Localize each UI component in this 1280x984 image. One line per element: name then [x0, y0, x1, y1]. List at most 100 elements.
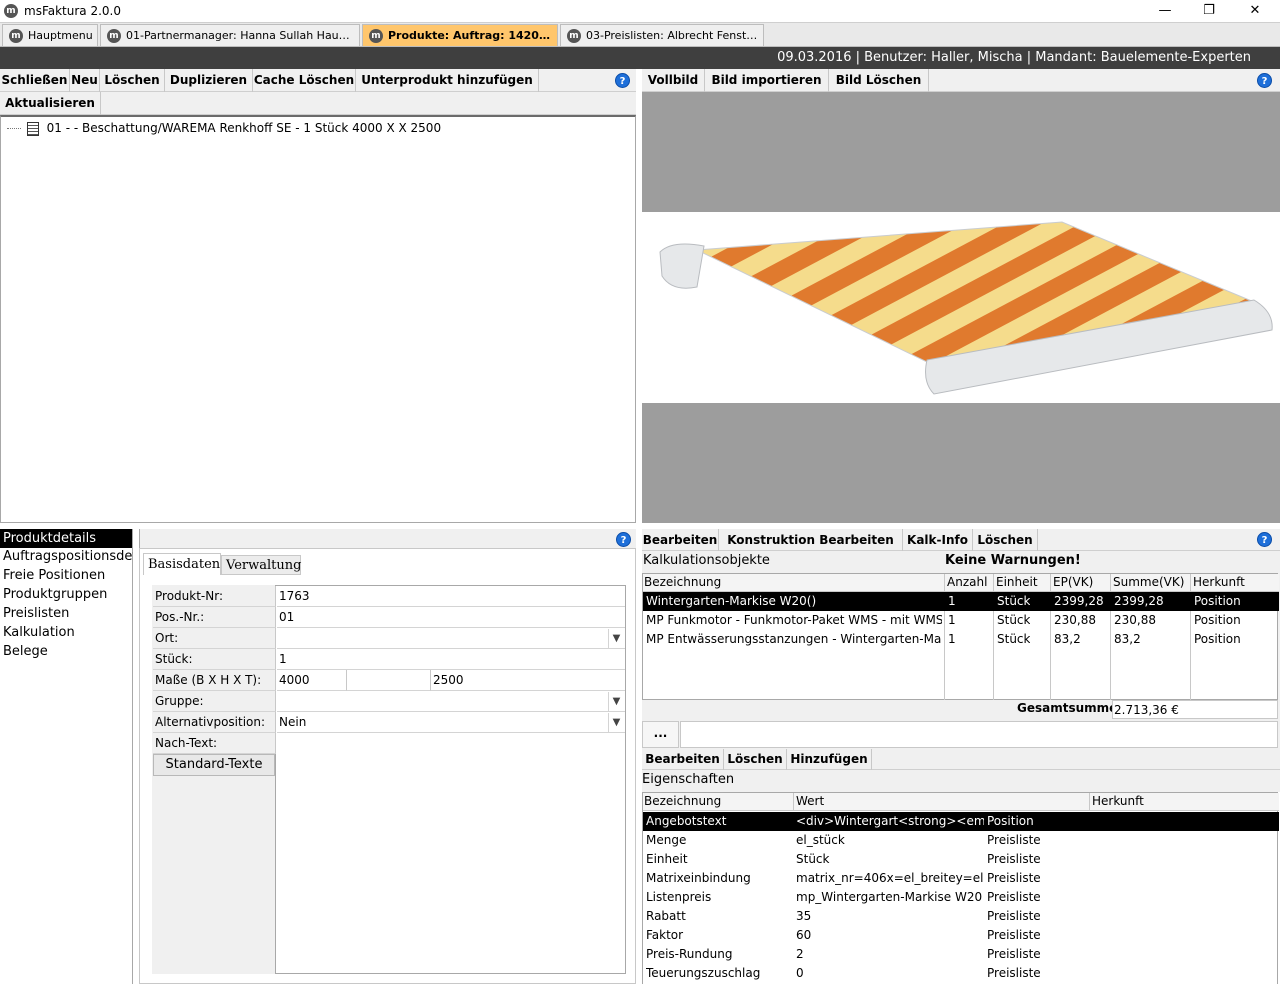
kalk-loeschen-button[interactable]: Löschen [973, 529, 1038, 552]
cell-ep-vk: 2399,28 [1054, 594, 1104, 608]
tab-label: 03-Preislisten: Albrecht Fenster... [586, 29, 759, 42]
table-row[interactable]: Faktor 60 Preisliste [643, 926, 1279, 945]
cell-wert: 0 [796, 966, 804, 980]
warning-status: Keine Warnungen! [945, 553, 1081, 568]
table-row[interactable]: Rabatt 35 Preisliste [643, 907, 1279, 926]
table-row[interactable]: Einheit Stück Preisliste [643, 850, 1279, 869]
alternativposition-select[interactable]: Nein [277, 712, 625, 733]
total-value: 2.713,36 € [1112, 700, 1278, 719]
col-herkunft[interactable]: Herkunft [1092, 794, 1144, 808]
konstruktion-bearbeiten-button[interactable]: Konstruktion Bearbeiten [719, 529, 903, 552]
props-loeschen-button[interactable]: Löschen [724, 749, 787, 770]
col-bezeichnung[interactable]: Bezeichnung [644, 794, 721, 808]
table-row[interactable]: Matrixeinbindung matrix_nr=406x=el_breit… [643, 869, 1279, 888]
sidebar-item-belege[interactable]: Belege [3, 644, 48, 659]
col-ep-vk[interactable]: EP(VK) [1053, 575, 1093, 589]
table-row[interactable]: Listenpreis mp_Wintergarten-Markise W20 … [643, 888, 1279, 907]
minimize-button[interactable]: — [1150, 2, 1180, 20]
schliessen-button[interactable]: Schließen [0, 69, 70, 92]
sidebar-item-kalkulation[interactable]: Kalkulation [3, 625, 75, 640]
col-bezeichnung[interactable]: Bezeichnung [644, 575, 721, 589]
table-row[interactable]: Angebotstext <div>Wintergart<strong><em>… [643, 812, 1279, 831]
more-button[interactable]: ... [642, 721, 679, 748]
props-hinzufuegen-button[interactable]: Hinzufügen [787, 749, 872, 770]
table-row[interactable]: Wintergarten-Markise W20() 1 Stück 2399,… [643, 592, 1279, 611]
product-toolbar: Schließen Neu Löschen Duplizieren Cache … [0, 69, 636, 92]
ort-select[interactable] [277, 628, 625, 649]
cell-bezeichnung: Angebotstext [646, 814, 727, 828]
unterprodukt-hinzufuegen-button[interactable]: Unterprodukt hinzufügen [356, 69, 539, 92]
cell-anzahl: 1 [948, 594, 956, 608]
bild-importieren-button[interactable]: Bild importieren [705, 69, 829, 92]
tab-basisdaten[interactable]: Basisdaten [143, 553, 221, 575]
pos-nr-field[interactable]: 01 [277, 607, 625, 628]
cell-wert: matrix_nr=406x=el_breitey=el [796, 871, 984, 885]
col-herkunft[interactable]: Herkunft [1193, 575, 1245, 589]
table-row[interactable]: Teuerungszuschlag 0 Preisliste [643, 964, 1279, 983]
sidebar-item-auftragspositionsdetails[interactable]: Auftragspositionsdet [3, 549, 133, 564]
close-button[interactable]: ✕ [1240, 2, 1270, 20]
details-sidebar: Produktdetails Auftragspositionsdet Frei… [0, 529, 133, 984]
neu-button[interactable]: Neu [70, 69, 100, 92]
aktualisieren-button[interactable]: Aktualisieren [0, 92, 101, 115]
props-bearbeiten-button[interactable]: Bearbeiten [642, 749, 724, 770]
help-icon[interactable]: ? [1257, 532, 1272, 547]
cache-loeschen-button[interactable]: Cache Löschen [253, 69, 356, 92]
loeschen-button[interactable]: Löschen [100, 69, 165, 92]
stueck-field[interactable]: 1 [277, 649, 625, 670]
sidebar-item-freie-positionen[interactable]: Freie Positionen [3, 568, 105, 583]
tab-preislisten[interactable]: m 03-Preislisten: Albrecht Fenster... [560, 24, 764, 46]
restore-button[interactable]: ❐ [1194, 2, 1224, 20]
table-row[interactable]: MP Funkmotor - Funkmotor-Paket WMS - mit… [643, 611, 1279, 630]
kalk-info-button[interactable]: Kalk-Info [903, 529, 973, 552]
sidebar-item-produktdetails[interactable]: Produktdetails [0, 529, 132, 548]
standard-texte-button[interactable]: Standard-Texte [153, 754, 275, 776]
cell-wert: Stück [796, 852, 830, 866]
tab-hauptmenu[interactable]: m Hauptmenu [2, 24, 98, 46]
masse-breite-field[interactable]: 4000 [277, 670, 347, 691]
bild-loeschen-button[interactable]: Bild Löschen [829, 69, 929, 92]
props-grid-header: Bezeichnung Wert Herkunft [643, 793, 1279, 811]
kalk-toolbar: Bearbeiten Konstruktion Bearbeiten Kalk-… [642, 529, 1280, 552]
masse-hoehe-field[interactable] [347, 670, 431, 691]
ort-label: Ort: [153, 628, 276, 649]
table-row[interactable]: MP Entwässerungsstanzungen - Wintergarte… [643, 630, 1279, 649]
kalk-bearbeiten-button[interactable]: Bearbeiten [642, 529, 719, 552]
cell-einheit: Stück [997, 594, 1031, 608]
col-einheit[interactable]: Einheit [996, 575, 1038, 589]
tab-produkte[interactable]: m Produkte: Auftrag: 1420 01 - ... [362, 24, 558, 46]
stueck-label: Stück: [153, 649, 276, 670]
col-anzahl[interactable]: Anzahl [947, 575, 987, 589]
help-icon[interactable]: ? [1257, 73, 1272, 88]
produkt-nr-field[interactable]: 1763 [277, 586, 625, 607]
chevron-down-icon[interactable]: ▼ [608, 629, 624, 648]
tree-item[interactable]: 01 - - Beschattung/WAREMA Renkhoff SE - … [7, 121, 441, 136]
sidebar-item-preislisten[interactable]: Preislisten [3, 606, 69, 621]
alternativposition-label: Alternativposition: [153, 712, 276, 733]
tab-partnermanager[interactable]: m 01-Partnermanager: Hanna Sullah Hausv.… [100, 24, 360, 46]
table-row[interactable]: Preis-Rundung 2 Preisliste [643, 945, 1279, 964]
props-title: Eigenschaften [642, 772, 735, 787]
cell-herkunft: Position [1194, 632, 1241, 646]
col-wert[interactable]: Wert [796, 794, 824, 808]
tab-verwaltung[interactable]: Verwaltung [221, 555, 301, 575]
help-icon[interactable]: ? [616, 532, 631, 547]
app-logo-icon: m [9, 28, 23, 43]
app-logo-icon: m [107, 28, 121, 43]
help-icon[interactable]: ? [615, 73, 630, 88]
cell-anzahl: 1 [948, 632, 956, 646]
chevron-down-icon[interactable]: ▼ [608, 692, 624, 711]
props-section: Eigenschaften [642, 770, 1280, 792]
chevron-down-icon[interactable]: ▼ [608, 713, 624, 732]
col-summe-vk[interactable]: Summe(VK) [1113, 575, 1184, 589]
vollbild-button[interactable]: Vollbild [642, 69, 705, 92]
gruppe-select[interactable] [277, 691, 625, 712]
sidebar-item-produktgruppen[interactable]: Produktgruppen [3, 587, 107, 602]
document-tabbar: m Hauptmenu m 01-Partnermanager: Hanna S… [0, 23, 1280, 47]
duplizieren-button[interactable]: Duplizieren [165, 69, 253, 92]
table-row[interactable]: Menge el_stück Preisliste [643, 831, 1279, 850]
masse-tiefe-field[interactable]: 2500 [431, 670, 625, 691]
cell-herkunft: Position [1194, 613, 1241, 627]
nach-text-field[interactable] [277, 733, 625, 973]
produkt-nr-label: Produkt-Nr: [153, 586, 276, 607]
